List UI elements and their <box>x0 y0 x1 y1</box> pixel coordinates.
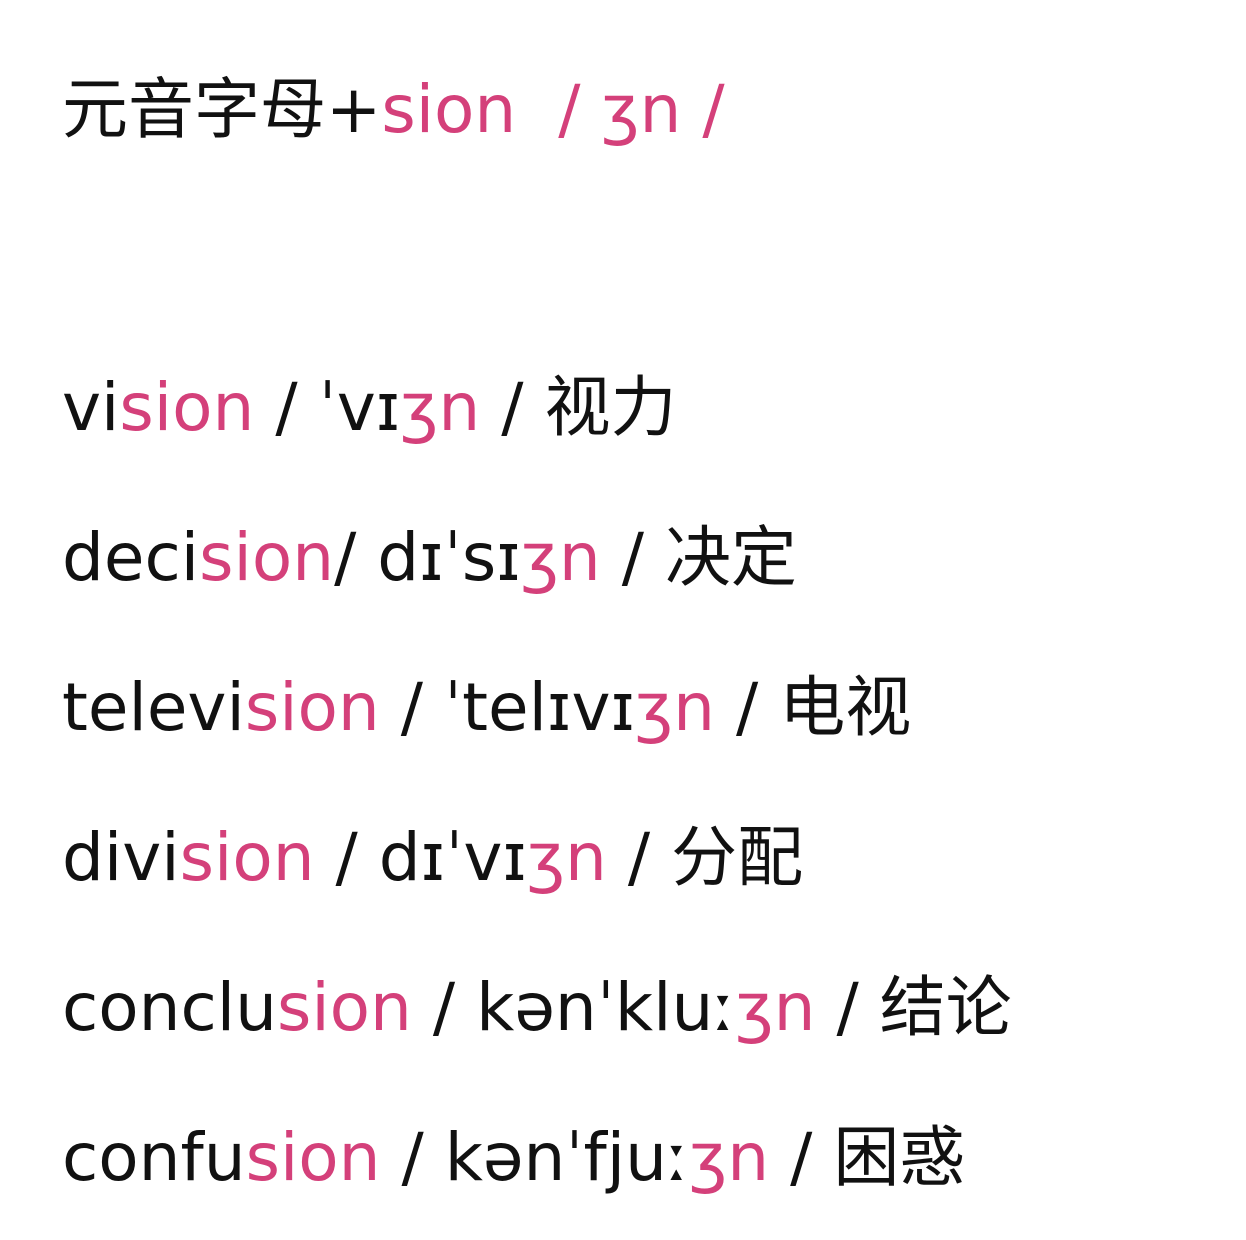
word-row: decision/ dɪˈsɪʒn / 决定 <box>62 510 797 606</box>
word-ending: sion <box>119 369 255 446</box>
word-meaning: 决定 <box>664 519 797 596</box>
word-stem: deci <box>62 519 200 596</box>
page: 元音字母+sion / ʒn / vision / ˈvɪʒn / 视力 dec… <box>0 0 1246 1240</box>
separator: / <box>334 519 378 596</box>
page-title: 元音字母+sion / ʒn / <box>62 62 725 158</box>
ipa-prefix: kənˈkluː <box>476 969 736 1046</box>
ipa-highlight: ʒn <box>520 519 601 596</box>
word-row: conclusion / kənˈkluːʒn / 结论 <box>62 960 1012 1056</box>
word-stem: conclu <box>62 969 277 1046</box>
separator: / <box>380 1119 445 1196</box>
separator: / <box>379 669 444 746</box>
word-row: division / dɪˈvɪʒn / 分配 <box>62 810 803 906</box>
separator: / <box>600 519 665 596</box>
ipa-highlight: ʒn <box>526 819 607 896</box>
separator: / <box>769 1119 834 1196</box>
separator: / <box>314 819 379 896</box>
word-row: television / ˈtelɪvɪʒn / 电视 <box>62 660 911 756</box>
word-meaning: 困惑 <box>833 1119 966 1196</box>
ipa-prefix: dɪˈvɪ <box>378 819 527 896</box>
separator: / <box>254 369 319 446</box>
ipa-highlight: ʒn <box>689 1119 770 1196</box>
ipa-highlight: ʒn <box>400 369 481 446</box>
title-prefix: 元音字母+ <box>62 71 382 148</box>
ipa-prefix: ˈtelɪvɪ <box>443 669 636 746</box>
ipa-highlight: ʒn <box>635 669 716 746</box>
ipa-prefix: ˈvɪ <box>318 369 401 446</box>
ipa-prefix: dɪˈsɪ <box>377 519 521 596</box>
word-meaning: 电视 <box>779 669 912 746</box>
word-stem: televi <box>62 669 245 746</box>
separator: / <box>411 969 477 1046</box>
word-meaning: 分配 <box>671 819 804 896</box>
separator: / <box>815 969 880 1046</box>
word-ending: sion <box>276 969 412 1046</box>
separator: / <box>606 819 672 896</box>
word-ending: sion <box>199 519 335 596</box>
title-spacer <box>516 71 558 148</box>
word-row: vision / ˈvɪʒn / 视力 <box>62 360 676 456</box>
ipa-highlight: ʒn <box>735 969 816 1046</box>
word-ending: sion <box>244 669 380 746</box>
word-meaning: 视力 <box>544 369 677 446</box>
word-stem: divi <box>62 819 180 896</box>
title-phonetic: / ʒn / <box>558 71 725 148</box>
word-row: confusion / kənˈfjuːʒn / 困惑 <box>62 1110 965 1206</box>
separator: / <box>715 669 780 746</box>
word-stem: vi <box>62 369 120 446</box>
ipa-prefix: kənˈfjuː <box>444 1119 690 1196</box>
title-suffix: sion <box>381 71 517 148</box>
word-meaning: 结论 <box>879 969 1012 1046</box>
word-stem: confu <box>62 1119 246 1196</box>
word-ending: sion <box>245 1119 381 1196</box>
separator: / <box>480 369 545 446</box>
word-ending: sion <box>179 819 315 896</box>
